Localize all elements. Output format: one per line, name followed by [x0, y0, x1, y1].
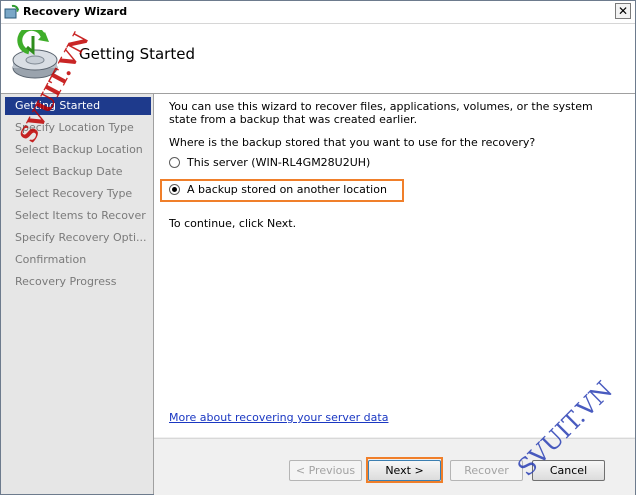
nav-step-select-backup-date: Select Backup Date	[15, 165, 123, 178]
nav-step-confirmation: Confirmation	[15, 253, 87, 266]
wizard-header: Getting Started	[1, 24, 635, 94]
radio-this-server[interactable]	[169, 157, 180, 168]
close-icon: ✕	[617, 4, 629, 18]
close-button[interactable]: ✕	[615, 3, 631, 19]
nav-step-select-backup-location: Select Backup Location	[15, 143, 143, 156]
intro-text: You can use this wizard to recover files…	[169, 100, 593, 126]
page-title: Getting Started	[79, 45, 195, 63]
wizard-content: You can use this wizard to recover files…	[154, 94, 635, 437]
location-question: Where is the backup stored that you want…	[169, 136, 536, 149]
option-another-location[interactable]: A backup stored on another location	[169, 183, 387, 196]
continue-text: To continue, click Next.	[169, 217, 297, 230]
option-another-location-label: A backup stored on another location	[187, 183, 387, 196]
nav-step-recovery-options: Specify Recovery Opti...	[15, 231, 147, 244]
wizard-app-icon	[4, 4, 19, 19]
nav-step-select-recovery-type: Select Recovery Type	[15, 187, 133, 200]
nav-step-recovery-progress: Recovery Progress	[15, 275, 117, 288]
wizard-step-nav: Getting Started Specify Location Type Se…	[1, 94, 154, 494]
recovery-wizard-window: Recovery Wizard ✕ Getting Started Gettin…	[0, 0, 636, 495]
window-title: Recovery Wizard	[23, 5, 128, 18]
option-this-server-label: This server (WIN-RL4GM28U2UH)	[187, 156, 371, 169]
title-bar[interactable]: Recovery Wizard ✕	[1, 1, 635, 24]
recover-button[interactable]: Recover	[450, 460, 523, 481]
radio-another-location[interactable]	[169, 184, 180, 195]
nav-step-select-items: Select Items to Recover	[15, 209, 146, 222]
help-link[interactable]: More about recovering your server data	[169, 411, 388, 424]
option-this-server[interactable]: This server (WIN-RL4GM28U2UH)	[169, 156, 370, 169]
previous-button[interactable]: < Previous	[289, 460, 362, 481]
next-button[interactable]: Next >	[368, 460, 441, 481]
